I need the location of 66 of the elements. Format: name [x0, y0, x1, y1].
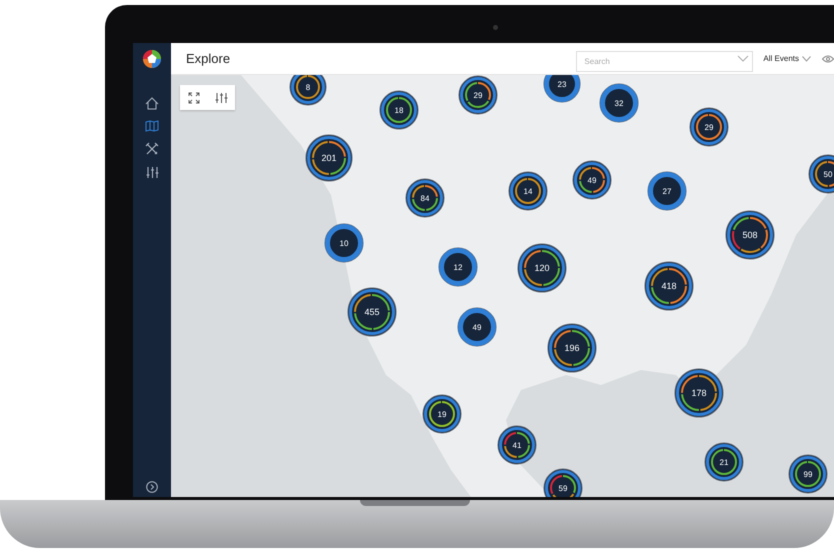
eye-icon[interactable]: [822, 54, 834, 62]
cluster-count: 18: [394, 106, 404, 115]
cluster-count: 29: [704, 123, 714, 132]
cluster-marker[interactable]: 21: [704, 442, 744, 482]
cluster-count: 418: [661, 281, 677, 291]
cluster-count: 49: [588, 176, 596, 185]
chevron-circle-icon[interactable]: [146, 481, 158, 493]
cluster-count: 84: [420, 194, 430, 203]
page-title: Explore: [186, 50, 230, 68]
cluster-marker[interactable]: 29: [458, 76, 498, 114]
cluster-count: 14: [524, 187, 532, 196]
cluster-count: 120: [534, 263, 550, 273]
cluster-marker[interactable]: 49: [458, 308, 496, 346]
cluster-marker[interactable]: 8: [290, 75, 326, 106]
cluster-marker[interactable]: 23: [544, 75, 580, 102]
cluster-count: 21: [720, 458, 728, 467]
cluster-marker[interactable]: 49: [572, 160, 612, 200]
cluster-count: 23: [558, 80, 566, 89]
cluster-marker[interactable]: 19: [422, 394, 462, 434]
cluster-marker[interactable]: 455: [348, 288, 396, 336]
cluster-marker[interactable]: 99: [788, 454, 828, 494]
cluster-count: 196: [564, 343, 580, 353]
cluster-count: 29: [474, 91, 482, 100]
cluster-marker[interactable]: 178: [674, 368, 724, 418]
cluster-marker[interactable]: 84: [406, 178, 444, 218]
sliders-icon[interactable]: [214, 92, 228, 104]
cluster-marker[interactable]: 41: [498, 426, 536, 464]
cluster-count: 99: [804, 470, 812, 479]
event-filter-dropdown[interactable]: All Events: [763, 52, 811, 64]
cluster-marker[interactable]: 418: [644, 262, 694, 310]
cluster-count: 49: [472, 323, 482, 332]
cluster-count: 27: [662, 187, 672, 196]
cluster-count: 41: [512, 441, 522, 450]
cluster-marker[interactable]: 14: [508, 172, 548, 210]
sliders-icon[interactable]: [146, 166, 158, 179]
cluster-count: 508: [742, 230, 758, 240]
cluster-marker[interactable]: 12: [438, 248, 478, 286]
cluster-count: 455: [364, 307, 380, 317]
cluster-count: 10: [340, 239, 348, 248]
chevron-down-icon: [802, 56, 811, 62]
cluster-count: 8: [306, 83, 310, 92]
camera-dot: [493, 25, 498, 30]
logo-icon: [142, 49, 162, 69]
cluster-count: 59: [558, 484, 568, 493]
cluster-marker[interactable]: 50: [808, 154, 834, 194]
cluster-marker[interactable]: 508: [726, 210, 774, 260]
home-icon[interactable]: [145, 97, 159, 110]
cluster-count: 19: [438, 410, 446, 419]
cluster-count: 201: [321, 153, 337, 163]
cluster-count: 178: [691, 388, 707, 398]
cluster-count: 12: [454, 263, 462, 272]
cluster-marker[interactable]: 32: [600, 84, 638, 122]
cluster-marker[interactable]: 201: [306, 134, 352, 182]
cluster-count: 32: [614, 99, 624, 108]
map-icon[interactable]: [145, 120, 159, 132]
cluster-marker[interactable]: 120: [518, 244, 566, 292]
chevron-down-icon: [737, 55, 750, 62]
cluster-marker[interactable]: 27: [648, 172, 686, 210]
cluster-marker[interactable]: 10: [324, 224, 364, 262]
cluster-marker[interactable]: 196: [548, 324, 596, 372]
tools-icon[interactable]: [145, 142, 159, 156]
cluster-marker[interactable]: 18: [380, 90, 418, 130]
search-field[interactable]: Search: [576, 51, 754, 72]
cluster-count: 50: [824, 170, 832, 179]
cluster-marker[interactable]: 29: [690, 108, 728, 146]
expand-icon[interactable]: [188, 92, 200, 104]
